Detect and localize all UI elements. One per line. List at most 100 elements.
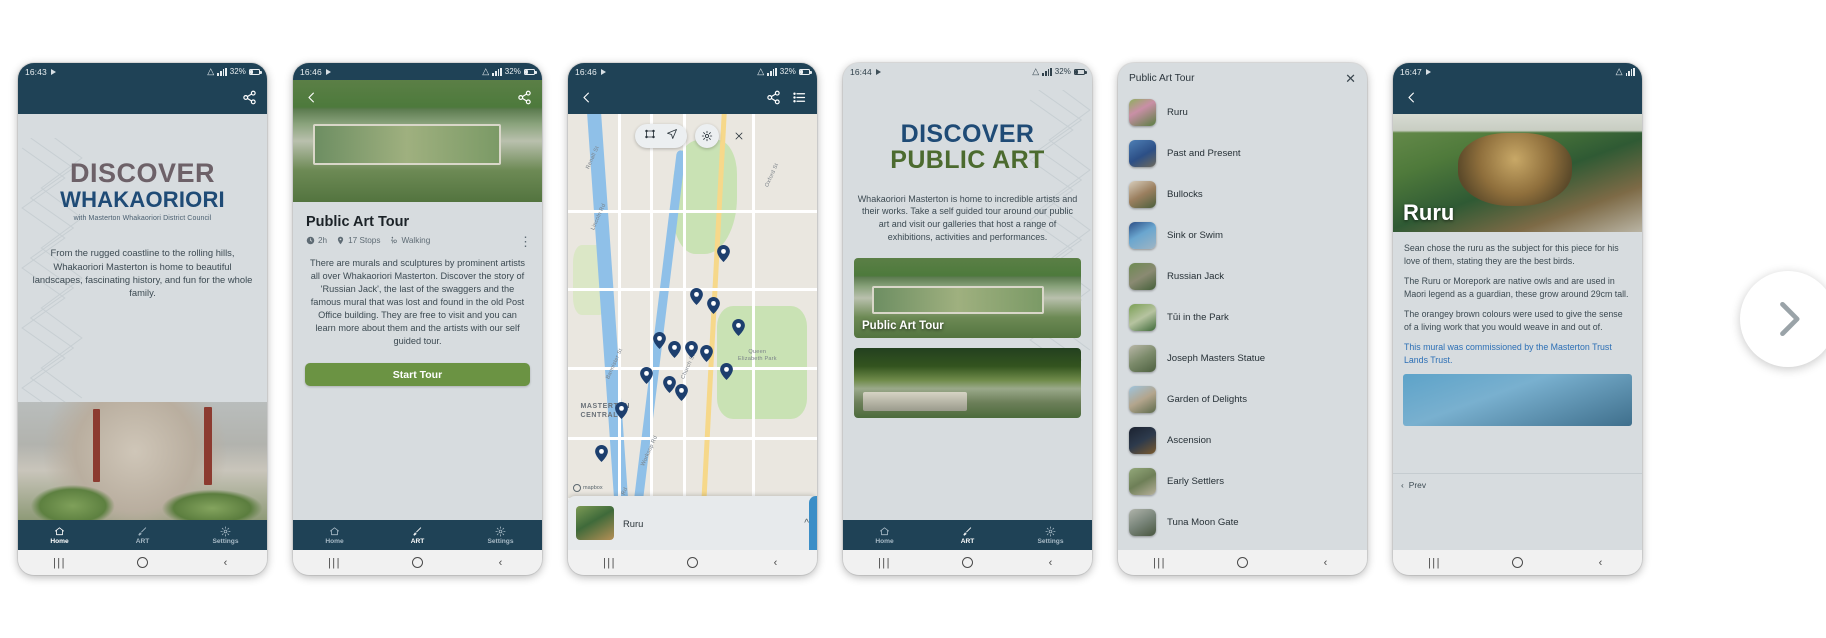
tab-home[interactable]: Home (293, 520, 376, 550)
list-item[interactable]: Ruru (1129, 92, 1356, 133)
map-pin[interactable] (615, 401, 629, 419)
list-item[interactable]: Tūi in the Park (1129, 297, 1356, 338)
app-bar (293, 80, 542, 114)
recents-button[interactable]: ||| (568, 557, 651, 569)
list-item[interactable]: Ascension (1129, 420, 1356, 461)
stop-paragraph-link[interactable]: This mural was commissioned by the Maste… (1404, 341, 1631, 367)
meta-stops: 17 Stops (336, 236, 380, 245)
recents-button[interactable]: ||| (843, 557, 926, 569)
recents-button[interactable]: ||| (1393, 557, 1476, 569)
home-button[interactable] (1201, 557, 1284, 568)
map-pin[interactable] (652, 332, 666, 349)
back-arrow-icon[interactable] (303, 89, 319, 105)
tab-settings[interactable]: Settings (184, 520, 267, 550)
meta-duration: 2h (306, 236, 327, 245)
map-pin[interactable] (685, 340, 698, 358)
map-canvas[interactable]: Oxford St Lincoln Rd Bannister St Church… (568, 114, 817, 550)
back-button[interactable]: ‹ (1284, 557, 1367, 569)
list-item[interactable]: Joseph Masters Statue (1129, 338, 1356, 379)
tour-card[interactable]: Public Art Tour (854, 257, 1081, 338)
bottom-tab-bar: Home ART Settings (293, 520, 542, 550)
stop-list[interactable]: Ruru Past and Present Bullocks Sink or S… (1118, 92, 1367, 550)
tab-home[interactable]: Home (18, 520, 101, 550)
wifi-icon: △ (757, 66, 765, 76)
tour-content: Public Art Tour ⋮ 2h 17 Stops Walking Th… (293, 80, 542, 520)
share-icon[interactable] (516, 89, 532, 105)
tab-art[interactable]: ART (376, 520, 459, 550)
map-pin[interactable] (640, 366, 654, 384)
list-item[interactable]: Sink or Swim (1129, 215, 1356, 256)
android-nav-bar: ||| ‹ (18, 550, 267, 575)
start-tour-button[interactable]: Start Tour (305, 363, 530, 387)
map-bottom-sheet[interactable]: Ruru ^ (568, 496, 817, 550)
more-options-icon[interactable]: ⋮ (519, 235, 532, 248)
recents-button[interactable]: ||| (18, 557, 101, 569)
back-arrow-icon[interactable] (1403, 89, 1419, 105)
status-bar: 16:43 △ 32% (18, 63, 267, 80)
back-button[interactable]: ‹ (1009, 557, 1092, 569)
map-pin[interactable] (717, 244, 731, 262)
map-pin[interactable] (732, 318, 746, 336)
home-button[interactable] (376, 557, 459, 568)
bottom-tab-bar: Home ART Settings (843, 520, 1092, 550)
tab-home-label: Home (325, 537, 344, 545)
list-item[interactable]: Tuna Moon Gate (1129, 502, 1356, 543)
frame-icon[interactable] (644, 127, 656, 145)
back-arrow-icon[interactable] (578, 89, 594, 105)
status-bar: 16:47 △ (1393, 63, 1642, 80)
list-item[interactable]: Past and Present (1129, 133, 1356, 174)
list-item-label: Joseph Masters Statue (1167, 353, 1266, 364)
tab-home[interactable]: Home (843, 520, 926, 550)
next-stop-card[interactable] (809, 496, 817, 550)
map-content[interactable]: Oxford St Lincoln Rd Bannister St Church… (568, 114, 817, 550)
back-button[interactable]: ‹ (734, 557, 817, 569)
list-item[interactable]: Garden of Delights (1129, 379, 1356, 420)
tab-art[interactable]: ART (101, 520, 184, 550)
map-pin[interactable] (720, 362, 733, 380)
signal-icon (1625, 67, 1635, 76)
home-button[interactable] (926, 557, 1009, 568)
back-button[interactable]: ‹ (459, 557, 542, 569)
map-pin[interactable] (675, 384, 688, 402)
tab-art[interactable]: ART (926, 520, 1009, 550)
tour-meta: 2h 17 Stops Walking (306, 236, 529, 245)
list-item[interactable]: Early Settlers (1129, 461, 1356, 502)
list-item-label: Early Settlers (1167, 476, 1225, 487)
back-button[interactable]: ‹ (184, 557, 267, 569)
back-button[interactable]: ‹ (1559, 557, 1642, 569)
list-view-icon[interactable] (791, 89, 807, 105)
recents-button[interactable]: ||| (1118, 557, 1201, 569)
map-pin[interactable] (707, 297, 721, 315)
home-button[interactable] (651, 557, 734, 568)
map-close-button[interactable] (727, 124, 751, 148)
map-pin[interactable] (667, 340, 681, 358)
status-left: 16:43 (25, 67, 56, 77)
secondary-card[interactable] (854, 347, 1081, 418)
map-pin[interactable] (662, 375, 676, 393)
hero-photo-plaza (18, 402, 267, 520)
list-item-thumbnail (1129, 304, 1156, 331)
sheet-thumbnail (576, 506, 614, 540)
share-icon[interactable] (765, 89, 781, 105)
list-item[interactable]: Russian Jack (1129, 256, 1356, 297)
carousel-next-button[interactable] (1740, 271, 1826, 367)
home-button[interactable] (1476, 557, 1559, 568)
home-button[interactable] (101, 557, 184, 568)
tab-settings[interactable]: Settings (459, 520, 542, 550)
prev-nav-bar[interactable]: ‹ Prev (1393, 473, 1642, 495)
close-icon[interactable]: ✕ (1345, 72, 1356, 85)
navigate-icon[interactable] (666, 127, 678, 145)
recents-button[interactable]: ||| (293, 557, 376, 569)
map-pin[interactable] (700, 345, 713, 363)
brand-line-1: DISCOVER (69, 158, 216, 188)
chevron-left-icon[interactable]: ‹ (1401, 480, 1404, 490)
status-right: △ 32% (207, 67, 262, 76)
tab-settings[interactable]: Settings (1009, 520, 1092, 550)
list-item[interactable]: Bullocks (1129, 174, 1356, 215)
map-pin[interactable] (595, 445, 609, 463)
share-icon[interactable] (241, 89, 257, 105)
status-time: 16:44 (850, 66, 872, 77)
sheet-title: Public Art Tour (1129, 73, 1195, 84)
map-pin[interactable] (690, 288, 703, 306)
map-settings-button[interactable] (694, 124, 719, 148)
